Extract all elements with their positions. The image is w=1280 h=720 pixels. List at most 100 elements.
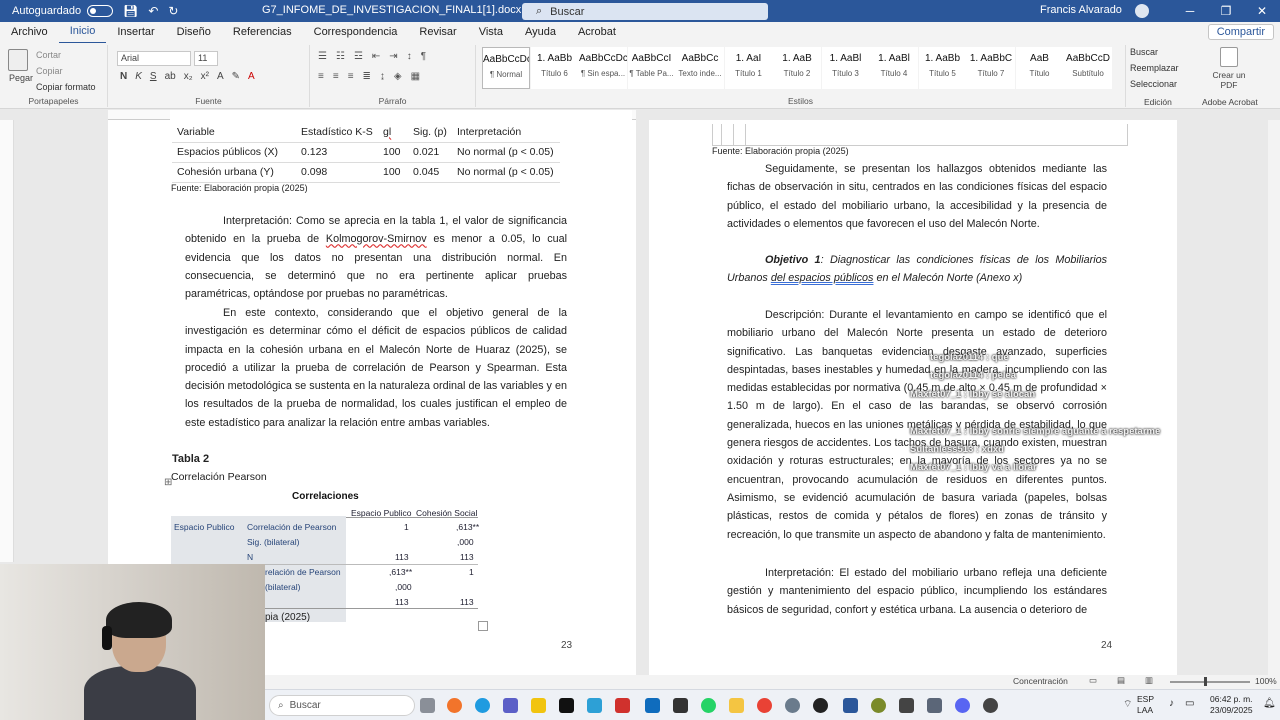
volume-icon[interactable]: ♪ — [1169, 698, 1174, 709]
autosave-control[interactable]: Autoguardado — [12, 5, 114, 17]
vertical-scrollbar[interactable] — [1268, 120, 1280, 675]
zoom-slider[interactable] — [1170, 677, 1250, 686]
cut-button[interactable]: Cortar — [36, 50, 61, 60]
tab-referencias[interactable]: Referencias — [222, 22, 303, 43]
style-card[interactable]: 1. AaBl Título 3 — [821, 47, 870, 89]
style-card[interactable]: AaBbCcD Subtítulo — [1064, 47, 1112, 89]
paste-icon[interactable] — [8, 49, 28, 71]
tab-inicio[interactable]: Inicio — [58, 21, 107, 44]
resize-handle-icon[interactable] — [478, 621, 488, 631]
outlook-icon[interactable] — [645, 698, 660, 713]
align-center-icon[interactable]: ≡ — [333, 71, 339, 82]
user-name[interactable]: Francis Alvarado — [1040, 4, 1122, 16]
app-icon[interactable] — [587, 698, 602, 713]
tiktok-icon[interactable] — [559, 698, 574, 713]
settings-icon[interactable] — [983, 698, 998, 713]
firefox-icon[interactable] — [447, 698, 462, 713]
style-card[interactable]: AaBbCc Texto inde... — [676, 47, 724, 89]
numbering-icon[interactable]: ☷ — [336, 51, 345, 62]
increase-indent-icon[interactable]: ⇥ — [389, 51, 397, 62]
highlight-icon[interactable]: ✎ — [232, 71, 240, 82]
app-icon[interactable] — [673, 698, 688, 713]
justify-icon[interactable]: ≣ — [363, 71, 371, 82]
style-card[interactable]: AaBbCcDc ¶ Sin espa... — [579, 47, 627, 89]
save-icon[interactable]: 💾︎ — [123, 4, 138, 18]
share-button[interactable]: Compartir — [1207, 24, 1274, 40]
style-card[interactable]: 1. AaBbC Título 7 — [967, 47, 1015, 89]
font-family-select[interactable]: Arial — [117, 51, 191, 66]
teams-icon[interactable] — [503, 698, 518, 713]
whatsapp-icon[interactable] — [701, 698, 716, 713]
edge-icon[interactable] — [475, 698, 490, 713]
font-color-icon[interactable]: A — [248, 71, 255, 82]
app-icon[interactable] — [871, 698, 886, 713]
avatar[interactable] — [1135, 4, 1149, 18]
minimize-icon[interactable]: ─ — [1172, 0, 1208, 22]
paste-button[interactable]: Pegar — [9, 73, 33, 83]
style-card[interactable]: AaB Título — [1015, 47, 1064, 89]
autosave-toggle[interactable] — [87, 5, 114, 17]
strikethrough-icon[interactable]: ab — [165, 71, 176, 82]
tab-archivo[interactable]: Archivo — [0, 22, 59, 43]
title-search-box[interactable]: ⌕ Buscar — [522, 3, 768, 20]
table-move-handle-icon[interactable]: ⊞ — [164, 477, 172, 488]
close-icon[interactable]: ✕ — [1244, 0, 1280, 22]
style-card[interactable]: AaBbCcDc ¶ Normal — [482, 47, 530, 89]
align-right-icon[interactable]: ≡ — [348, 71, 354, 82]
netflix-icon[interactable] — [615, 698, 630, 713]
format-painter-button[interactable]: Copiar formato — [36, 82, 96, 92]
tab-correspondencia[interactable]: Correspondencia — [303, 22, 409, 43]
line-spacing-icon[interactable]: ↨ — [380, 71, 385, 82]
copy-button[interactable]: Copiar — [36, 66, 63, 76]
tab-acrobat[interactable]: Acrobat — [567, 22, 627, 43]
tab-vista[interactable]: Vista — [468, 22, 514, 43]
align-left-icon[interactable]: ≡ — [318, 71, 324, 82]
vertical-ruler[interactable] — [0, 120, 14, 562]
tab-insertar[interactable]: Insertar — [106, 22, 165, 43]
subscript-icon[interactable]: x₂ — [184, 71, 193, 82]
taskbar-search[interactable]: ⌕ Buscar — [269, 695, 415, 716]
discord-icon[interactable] — [955, 698, 970, 713]
word-icon[interactable] — [843, 698, 858, 713]
horizontal-ruler[interactable] — [108, 110, 636, 120]
superscript-icon[interactable]: x² — [201, 71, 209, 82]
focus-mode-button[interactable]: Concentración — [1013, 676, 1068, 686]
zoom-level[interactable]: 100% — [1255, 676, 1277, 686]
language-indicator[interactable]: ESP LAA — [1137, 694, 1154, 716]
style-card[interactable]: 1. AaBl Título 4 — [870, 47, 918, 89]
replace-button[interactable]: Reemplazar — [1130, 63, 1179, 73]
notification-icon[interactable]: 🔔︎ — [1263, 698, 1276, 709]
restore-icon[interactable]: ❐ — [1208, 0, 1244, 22]
battery-icon[interactable]: ▭ — [1185, 698, 1194, 709]
chrome-icon[interactable] — [757, 698, 772, 713]
bullets-icon[interactable]: ☰ — [318, 51, 327, 62]
app-icon[interactable] — [785, 698, 800, 713]
style-card[interactable]: 1. AaB Título 2 — [773, 47, 821, 89]
chatgpt-icon[interactable] — [813, 698, 828, 713]
style-card[interactable]: 1. AaBb Título 5 — [918, 47, 967, 89]
select-button[interactable]: Seleccionar — [1130, 79, 1177, 89]
file-explorer-icon[interactable] — [729, 698, 744, 713]
style-card[interactable]: 1. AaBb Título 6 — [530, 47, 579, 89]
style-card[interactable]: AaBbCcI ¶ Table Pa... — [627, 47, 676, 89]
redo-icon[interactable]: ↻ — [168, 4, 178, 18]
multilevel-icon[interactable]: ☲ — [354, 51, 363, 62]
shading-icon[interactable]: ◈ — [394, 71, 402, 82]
find-button[interactable]: Buscar — [1130, 47, 1158, 57]
print-layout-icon[interactable]: ▤ — [1117, 675, 1125, 686]
pilcrow-icon[interactable]: ¶ — [421, 51, 426, 62]
app-icon[interactable] — [531, 698, 546, 713]
tab-diseno[interactable]: Diseño — [166, 22, 222, 43]
read-mode-icon[interactable]: ▭ — [1089, 675, 1097, 686]
text-effects-icon[interactable]: A — [217, 71, 224, 82]
borders-icon[interactable]: ▦ — [411, 71, 420, 82]
document-title[interactable]: G7_INFOME_DE_INVESTIGACION_FINAL1[1].doc… — [262, 4, 521, 16]
bold-icon[interactable]: N — [120, 71, 127, 82]
clock[interactable]: 06:42 p. m. 23/09/2025 — [1210, 694, 1253, 716]
underline-icon[interactable]: S — [150, 71, 157, 82]
undo-icon[interactable]: ↶ — [148, 4, 158, 18]
capcut-icon[interactable] — [899, 698, 914, 713]
task-view-icon[interactable] — [420, 698, 435, 713]
web-layout-icon[interactable]: ▥ — [1145, 675, 1153, 686]
create-pdf-button[interactable]: Crear un PDF — [1212, 47, 1246, 90]
